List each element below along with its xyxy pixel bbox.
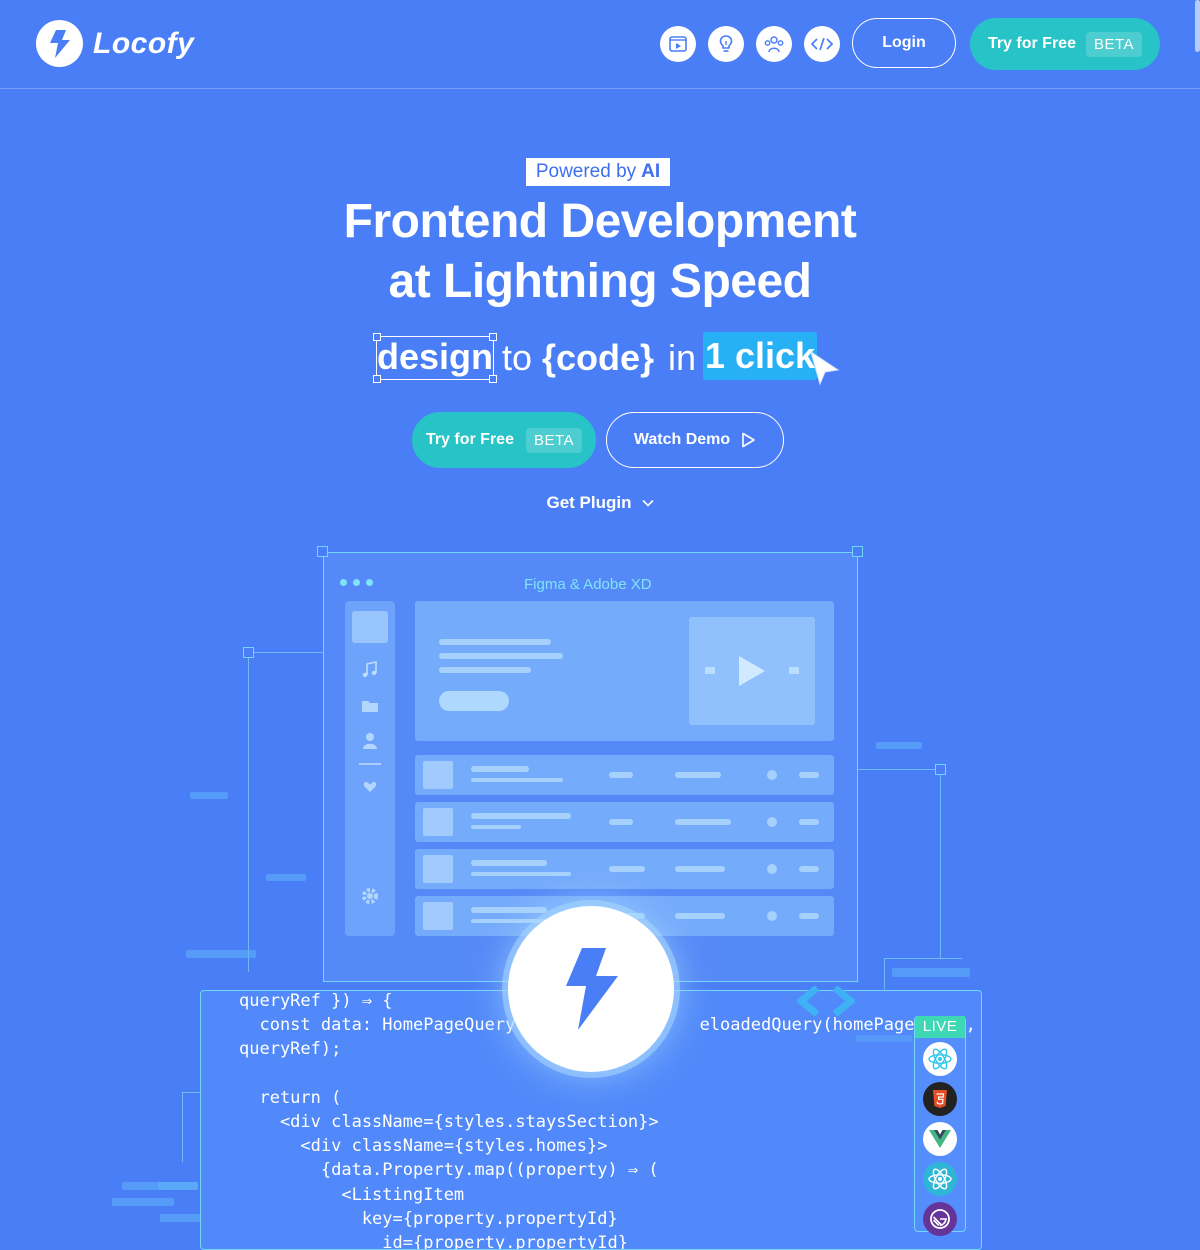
locofy-badge-icon	[508, 906, 674, 1072]
decorative-bar	[892, 968, 970, 977]
try-for-free-nav-button[interactable]: Try for Free BETA	[970, 18, 1160, 70]
hero-headline: Frontend Development at Lightning Speed	[0, 192, 1200, 312]
connector-line	[248, 652, 249, 972]
window-dots	[340, 579, 373, 586]
scrollbar-thumb[interactable]	[1195, 0, 1200, 52]
react-native-icon	[923, 1162, 957, 1196]
selection-handle	[489, 375, 497, 383]
decorative-bar	[876, 742, 922, 749]
cursor-pointer-icon	[810, 350, 840, 386]
connector-line	[884, 958, 885, 990]
powered-by-ai-badge: Powered by AI	[526, 158, 670, 186]
nav-icon-group	[660, 26, 840, 62]
login-button[interactable]: Login	[852, 18, 956, 68]
decorative-bar	[190, 792, 228, 799]
mock-sidebar	[345, 601, 395, 936]
play-icon	[739, 656, 765, 686]
selection-handle	[317, 546, 328, 557]
brand-logo[interactable]: Locofy	[36, 20, 194, 67]
lightning-logo-icon	[36, 20, 83, 67]
cta-beta-badge: BETA	[525, 427, 583, 453]
vue-icon	[923, 1122, 957, 1156]
tag-in-word: in	[668, 337, 697, 378]
decorative-bar	[266, 874, 306, 881]
tag-click-highlight: 1 click	[703, 332, 817, 380]
try-for-free-button[interactable]: Try for Free BETA	[412, 412, 596, 468]
decorative-bar	[158, 1182, 198, 1190]
decorative-bar	[160, 1214, 200, 1222]
top-nav: Locofy Login Try for Free BETA	[0, 0, 1200, 89]
code-brackets-icon	[797, 986, 855, 1016]
code-icon[interactable]	[804, 26, 840, 62]
html5-icon	[923, 1082, 957, 1116]
cta-demo-label: Watch Demo	[633, 431, 731, 448]
settings-gear-icon	[362, 888, 378, 904]
connector-line	[248, 652, 324, 653]
mock-list-row	[415, 802, 834, 842]
play-icon	[742, 432, 755, 448]
hero-tagline: design to {code} in 1 click	[0, 330, 1200, 386]
decorative-bar	[186, 950, 256, 958]
plugin-label: Get Plugin	[546, 493, 632, 512]
headline-line-2: at Lightning Speed	[388, 255, 812, 308]
selection-handle	[935, 764, 946, 775]
mock-video-player	[689, 617, 815, 725]
chevron-down-icon	[641, 499, 654, 507]
community-icon[interactable]	[756, 26, 792, 62]
beta-badge: BETA	[1085, 31, 1143, 57]
heart-icon	[363, 781, 377, 792]
music-icon	[362, 661, 377, 678]
selection-handle	[489, 333, 497, 341]
lightbulb-icon[interactable]	[708, 26, 744, 62]
try-label: Try for Free	[987, 35, 1076, 52]
brand-name: Locofy	[93, 26, 195, 60]
mock-list-row	[415, 849, 834, 889]
hero-illustration: Figma & Adobe XD queryRef}) ⇒ {const d…	[0, 540, 1200, 1250]
user-icon	[363, 733, 377, 749]
decorative-bar	[112, 1198, 174, 1206]
connector-line	[884, 958, 962, 959]
connector-line	[940, 769, 941, 959]
connector-line	[182, 1092, 183, 1162]
tag-design-word: design	[377, 336, 494, 377]
video-icon[interactable]	[660, 26, 696, 62]
watch-demo-button[interactable]: Watch Demo	[606, 412, 784, 468]
react-icon	[923, 1042, 957, 1076]
cta-try-label: Try for Free	[425, 431, 514, 448]
get-plugin-dropdown[interactable]: Get Plugin	[540, 490, 660, 516]
selection-handle	[373, 375, 381, 383]
connector-line	[858, 769, 940, 770]
window-title: Figma & Adobe XD	[524, 576, 652, 593]
gatsby-icon	[923, 1202, 957, 1236]
folder-icon	[362, 701, 378, 712]
selection-handle	[373, 333, 381, 341]
live-badge: LIVE	[915, 1016, 965, 1038]
connector-line	[182, 1092, 200, 1093]
selection-handle	[852, 546, 863, 557]
tag-to-word: to	[502, 337, 533, 378]
headline-line-1: Frontend Development	[343, 195, 857, 248]
powered-ai: AI	[641, 161, 661, 182]
tag-design-selection: design	[373, 333, 497, 383]
tag-code-word: {code}	[542, 337, 655, 378]
mock-hero-card	[415, 601, 834, 741]
mock-list-row	[415, 755, 834, 795]
selection-handle	[243, 647, 254, 658]
powered-prefix: Powered by	[535, 161, 637, 182]
